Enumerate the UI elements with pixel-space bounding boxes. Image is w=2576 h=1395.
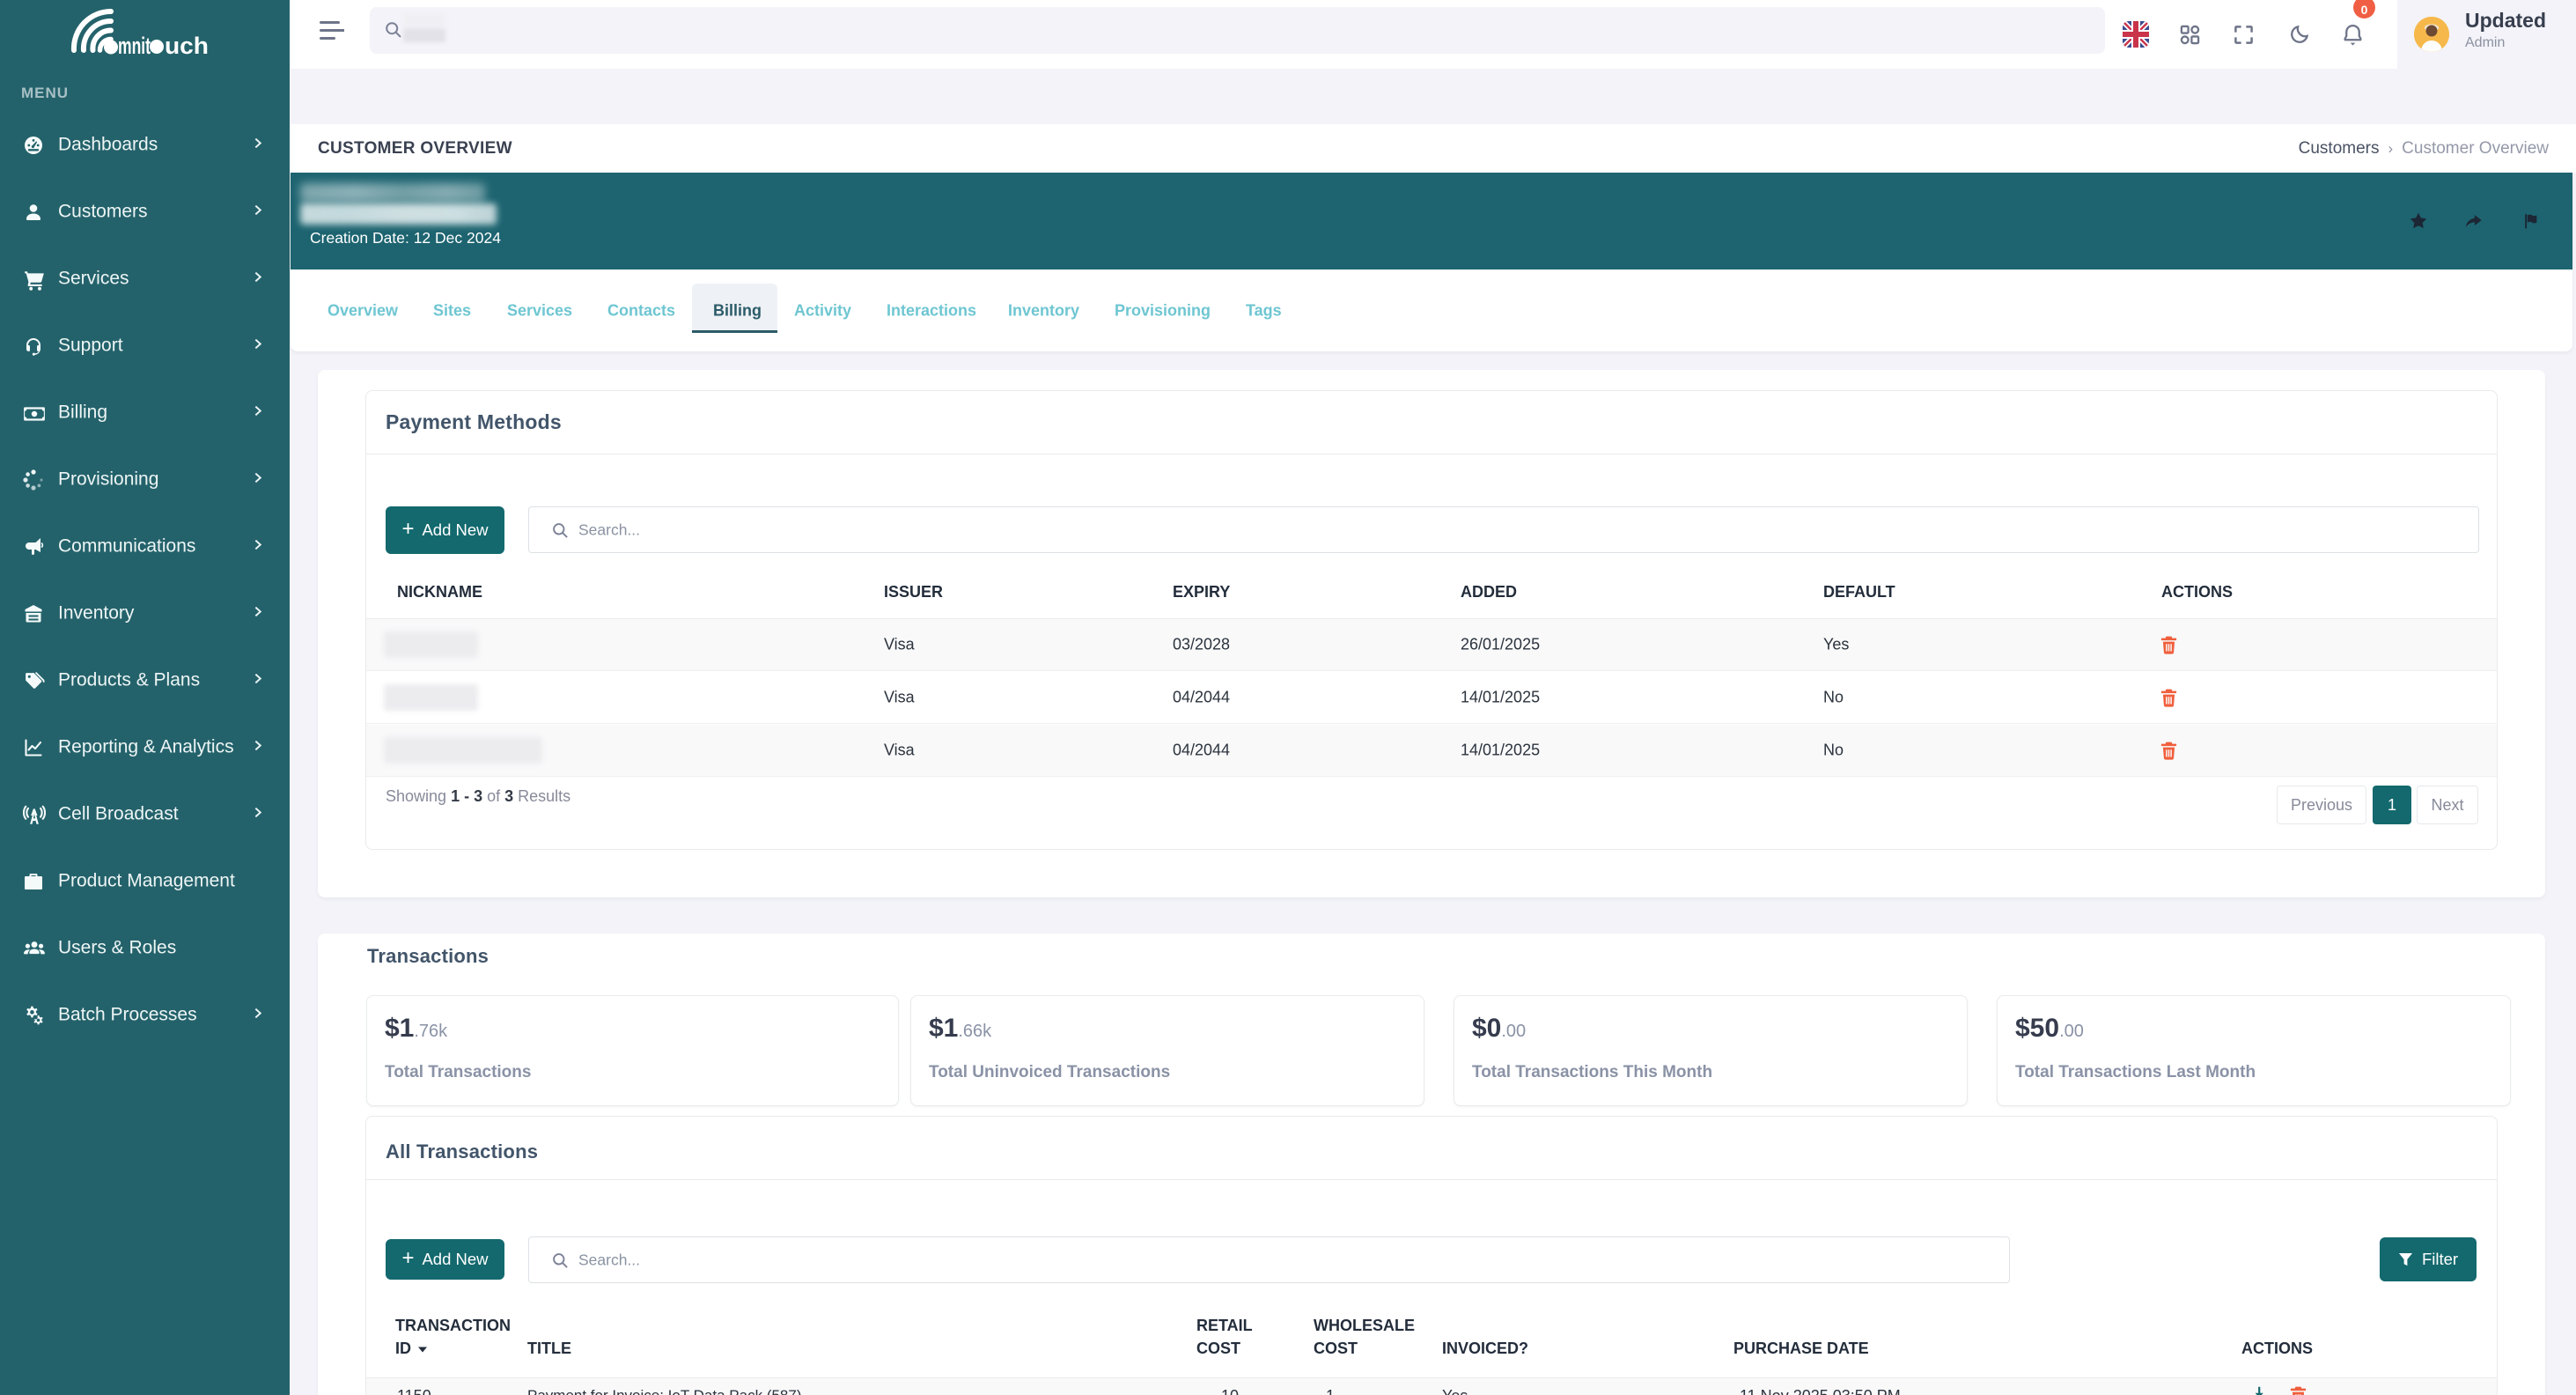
svg-text:mnit: mnit [118, 33, 151, 59]
svg-text:A: A [31, 808, 38, 818]
svg-text:uch: uch [165, 33, 209, 59]
